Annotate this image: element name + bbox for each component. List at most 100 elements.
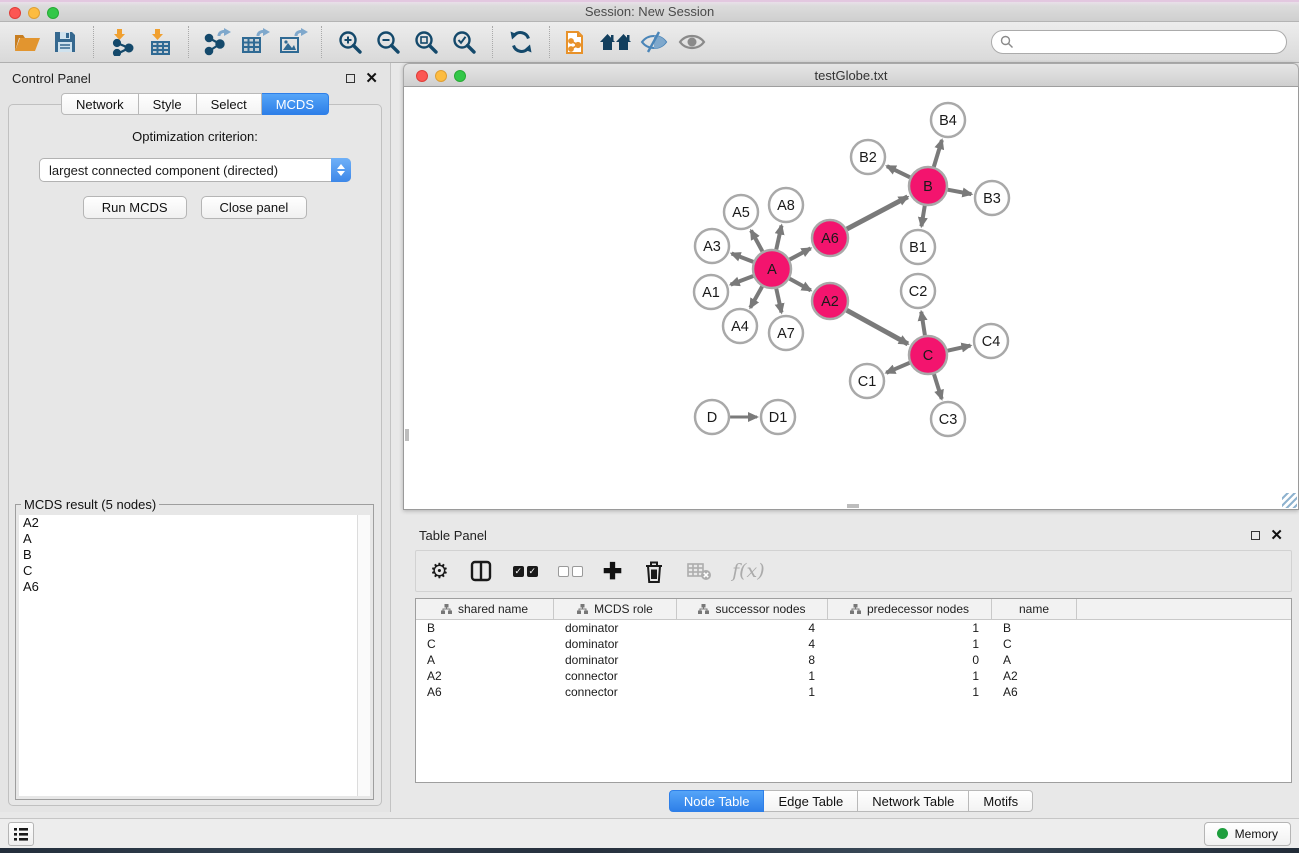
- task-history-button[interactable]: [8, 822, 34, 846]
- result-item-c[interactable]: C: [19, 563, 370, 579]
- cell-shared-name[interactable]: A6: [416, 684, 554, 700]
- column-header-name[interactable]: name: [992, 599, 1077, 619]
- graph-edge-B-B3[interactable]: [948, 190, 972, 194]
- tab-edge-table[interactable]: Edge Table: [764, 790, 858, 812]
- cell-shared-name[interactable]: A: [416, 652, 554, 668]
- export-network-icon[interactable]: [198, 25, 236, 59]
- tab-node-table[interactable]: Node Table: [669, 790, 765, 812]
- network-hscroll-thumb[interactable]: [847, 504, 859, 508]
- delete-column-trash-icon[interactable]: [642, 559, 666, 584]
- cell-MCDS-role[interactable]: connector: [554, 684, 677, 700]
- cell-predecessor-nodes[interactable]: 1: [828, 668, 992, 684]
- hide-panels-eye-slash-icon[interactable]: [635, 25, 673, 59]
- network-vscroll-thumb[interactable]: [405, 429, 409, 441]
- cell-successor-nodes[interactable]: 8: [677, 652, 828, 668]
- network-window-titlebar[interactable]: testGlobe.txt: [403, 63, 1299, 87]
- show-panels-eye-icon[interactable]: [673, 25, 711, 59]
- graph-edge-C-C3[interactable]: [934, 374, 942, 399]
- tab-select[interactable]: Select: [197, 93, 262, 115]
- tab-motifs[interactable]: Motifs: [969, 790, 1033, 812]
- column-header-MCDS-role[interactable]: MCDS role: [554, 599, 677, 619]
- cell-name[interactable]: A: [992, 652, 1077, 668]
- new-network-from-file-icon[interactable]: [559, 25, 597, 59]
- zoom-fit-icon[interactable]: [407, 25, 445, 59]
- toggle-columns-icon[interactable]: [469, 559, 493, 583]
- graph-edge-A-A8[interactable]: [776, 226, 781, 250]
- table-row-b[interactable]: Bdominator41B: [416, 620, 1291, 636]
- import-table-icon[interactable]: [141, 25, 179, 59]
- tab-mcds[interactable]: MCDS: [262, 93, 329, 115]
- export-image-icon[interactable]: [274, 25, 312, 59]
- table-row-c[interactable]: Cdominator41C: [416, 636, 1291, 652]
- graph-edge-B-B1[interactable]: [921, 206, 924, 227]
- result-item-a2[interactable]: A2: [19, 515, 370, 531]
- graph-edge-C-C4[interactable]: [948, 346, 971, 351]
- mcds-result-list[interactable]: A2ABCA6: [19, 515, 370, 796]
- select-all-checkboxes-icon[interactable]: ✓ ✓: [513, 566, 538, 577]
- save-session-icon[interactable]: [46, 25, 84, 59]
- cell-name[interactable]: A6: [992, 684, 1077, 700]
- graph-edge-A-A6[interactable]: [790, 248, 811, 259]
- zoom-in-icon[interactable]: [331, 25, 369, 59]
- tab-network[interactable]: Network: [61, 93, 139, 115]
- result-item-a[interactable]: A: [19, 531, 370, 547]
- table-row-a2[interactable]: A2connector11A2: [416, 668, 1291, 684]
- graph-edge-B-B4[interactable]: [934, 140, 942, 167]
- deselect-all-checkboxes-icon[interactable]: [558, 566, 583, 577]
- close-panel-button[interactable]: Close panel: [201, 196, 308, 219]
- column-header-successor-nodes[interactable]: successor nodes: [677, 599, 828, 619]
- network-minimize-button[interactable]: [435, 70, 447, 82]
- cell-predecessor-nodes[interactable]: 1: [828, 620, 992, 636]
- cell-MCDS-role[interactable]: connector: [554, 668, 677, 684]
- import-network-icon[interactable]: [103, 25, 141, 59]
- cell-predecessor-nodes[interactable]: 0: [828, 652, 992, 668]
- tab-style[interactable]: Style: [139, 93, 197, 115]
- result-list-scrollbar[interactable]: [357, 515, 370, 796]
- network-close-button[interactable]: [416, 70, 428, 82]
- close-table-panel-icon[interactable]: ✕: [1270, 528, 1283, 543]
- network-canvas[interactable]: AA1A2A3A4A5A6A7A8BB1B2B3B4CC1C2C3C4DD1: [403, 87, 1299, 510]
- table-settings-gear-icon[interactable]: ⚙: [430, 561, 449, 582]
- network-graph[interactable]: AA1A2A3A4A5A6A7A8BB1B2B3B4CC1C2C3C4DD1: [404, 87, 1298, 509]
- graph-edge-A-A3[interactable]: [732, 254, 754, 262]
- column-header-predecessor-nodes[interactable]: predecessor nodes: [828, 599, 992, 619]
- cell-name[interactable]: B: [992, 620, 1077, 636]
- cell-shared-name[interactable]: C: [416, 636, 554, 652]
- float-panel-icon[interactable]: [346, 74, 355, 83]
- result-item-b[interactable]: B: [19, 547, 370, 563]
- cell-shared-name[interactable]: A2: [416, 668, 554, 684]
- graph-edge-C-C2[interactable]: [921, 312, 925, 335]
- graph-edge-A-A4[interactable]: [750, 286, 762, 307]
- result-item-a6[interactable]: A6: [19, 579, 370, 595]
- column-header-shared-name[interactable]: shared name: [416, 599, 554, 619]
- tab-network-table[interactable]: Network Table: [858, 790, 969, 812]
- graph-edge-A6-B[interactable]: [847, 197, 908, 229]
- cell-predecessor-nodes[interactable]: 1: [828, 684, 992, 700]
- float-table-panel-icon[interactable]: [1251, 531, 1260, 540]
- cell-MCDS-role[interactable]: dominator: [554, 652, 677, 668]
- table-row-a[interactable]: Adominator80A: [416, 652, 1291, 668]
- cell-predecessor-nodes[interactable]: 1: [828, 636, 992, 652]
- cell-successor-nodes[interactable]: 4: [677, 636, 828, 652]
- graph-edge-A-A7[interactable]: [776, 289, 781, 313]
- graph-edge-A-A5[interactable]: [751, 230, 762, 251]
- zoom-out-icon[interactable]: [369, 25, 407, 59]
- close-window-button[interactable]: [9, 7, 21, 19]
- cell-name[interactable]: A2: [992, 668, 1077, 684]
- memory-button[interactable]: Memory: [1204, 822, 1291, 846]
- graph-edge-C-C1[interactable]: [886, 363, 909, 373]
- cell-MCDS-role[interactable]: dominator: [554, 636, 677, 652]
- network-zoom-button[interactable]: [454, 70, 466, 82]
- cell-successor-nodes[interactable]: 4: [677, 620, 828, 636]
- search-input[interactable]: [1014, 35, 1278, 49]
- home-layout-icon[interactable]: [597, 25, 635, 59]
- graph-edge-A-A1[interactable]: [731, 276, 754, 285]
- zoom-selected-icon[interactable]: [445, 25, 483, 59]
- export-table-icon[interactable]: [236, 25, 274, 59]
- cell-shared-name[interactable]: B: [416, 620, 554, 636]
- minimize-window-button[interactable]: [28, 7, 40, 19]
- graph-edge-B-B2[interactable]: [887, 166, 910, 177]
- toolbar-search-field[interactable]: [991, 30, 1287, 54]
- zoom-window-button[interactable]: [47, 7, 59, 19]
- criterion-dropdown[interactable]: largest connected component (directed): [39, 158, 351, 182]
